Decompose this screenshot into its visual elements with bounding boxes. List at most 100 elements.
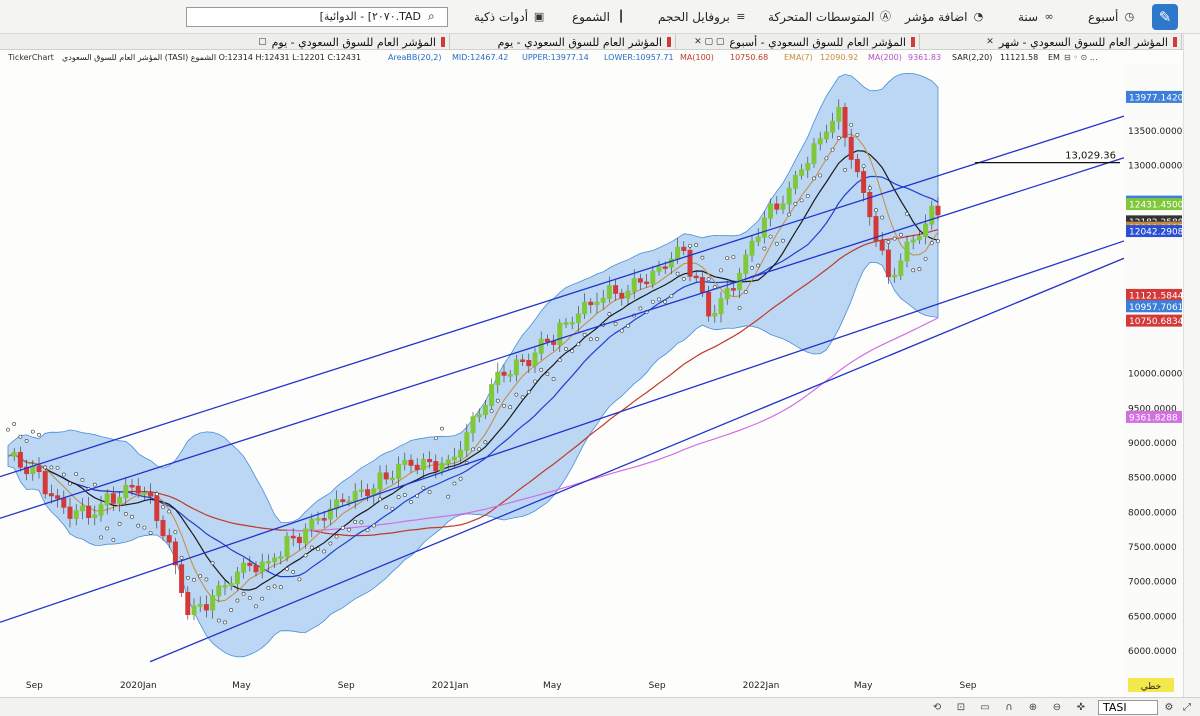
candle-body xyxy=(706,291,712,317)
candle-body xyxy=(67,506,73,519)
candle-body xyxy=(892,274,898,278)
sar-dot xyxy=(446,494,451,499)
candle-body xyxy=(662,266,668,269)
sar-dot xyxy=(663,299,668,304)
sar-dot xyxy=(725,256,730,260)
sar-dot xyxy=(136,523,141,528)
sar-dot xyxy=(818,173,823,178)
toolbar-add-indicator-button[interactable]: ◔ اضافة مؤشر xyxy=(905,8,985,26)
magnet-icon[interactable]: ∩ xyxy=(1002,701,1016,714)
candle-body xyxy=(879,240,885,251)
toolbar-moving-averages-button[interactable]: Ⓐ المتوسطات المتحركة xyxy=(768,8,892,26)
candle-body xyxy=(148,492,154,497)
crosshair-icon[interactable]: ✜ xyxy=(1074,701,1088,714)
bollinger-bands xyxy=(7,72,939,658)
candle-body xyxy=(792,174,798,189)
em-label: EM xyxy=(1048,53,1060,62)
candle-body xyxy=(433,461,439,472)
sar-dot xyxy=(477,447,482,452)
close-icon[interactable]: ✕ xyxy=(986,37,994,47)
sar-dot xyxy=(37,432,41,437)
expand-icon[interactable]: ⤢ xyxy=(1180,701,1194,714)
sar-dot xyxy=(378,497,382,502)
time-tick-label: 2022Jan xyxy=(743,681,780,691)
candle-body xyxy=(495,371,501,386)
candle-body xyxy=(861,171,867,193)
sar-dot xyxy=(836,136,841,140)
tab-color-marker xyxy=(667,37,671,47)
sar-dot xyxy=(638,306,643,311)
time-axis[interactable]: Sep 2020Jan May Sep 2021Jan May Sep 2022Jan May S… xyxy=(26,678,1174,692)
sar-dot xyxy=(235,598,240,603)
price-chart[interactable]: 13,029.36 13500.0000 13000.0000 10000.0000… xyxy=(0,64,1200,696)
pen-tool-button[interactable]: ✎ xyxy=(1152,4,1178,30)
tab-week[interactable]: المؤشر العام للسوق السعودي - أسبوع ▢ ▢ ✕ xyxy=(676,34,920,50)
sar-dot xyxy=(43,465,48,470)
sar-dot xyxy=(111,538,116,542)
window-controls-icon[interactable]: ▢ ▢ ✕ xyxy=(694,37,724,47)
candle-body xyxy=(854,158,860,173)
sar-dot xyxy=(539,367,544,372)
sar-label: SAR(2,20) xyxy=(952,53,993,62)
search-icon[interactable]: ⌕ xyxy=(428,9,444,25)
tab-month[interactable]: المؤشر العام للسوق السعودي - شهر ✕ xyxy=(920,34,1182,50)
tab-label: المؤشر العام للسوق السعودي - شهر xyxy=(998,35,1168,49)
refresh-icon[interactable]: ⟲ xyxy=(930,701,944,714)
letter-a-icon: Ⓐ xyxy=(879,10,891,23)
toolbar-volume-profile-button[interactable]: ≡ بروفايل الحجم xyxy=(658,8,748,26)
candle-body xyxy=(203,604,209,611)
sar-dot xyxy=(675,271,680,276)
symbol-search-input[interactable]: TAD.٢٠٧٠] - الدوائية] xyxy=(186,7,448,27)
price-axis[interactable]: 13500.000013000.000010000.00009500.00009… xyxy=(1124,64,1184,696)
sar-dot xyxy=(167,509,172,514)
tab-day-2[interactable]: المؤشر العام للسوق السعودي - يوم ▢ xyxy=(182,34,450,50)
sar-dot xyxy=(18,434,23,439)
candle-body xyxy=(836,106,842,122)
candle-body xyxy=(507,374,513,377)
toolbar-year-label: سنة xyxy=(1018,10,1039,24)
candle-body xyxy=(210,595,216,611)
candle-body xyxy=(110,493,116,504)
sar-dot xyxy=(247,596,252,600)
sar-dot xyxy=(750,265,754,270)
toolbar-week-button[interactable]: ◷ أسبوع xyxy=(1088,8,1136,26)
candle-body xyxy=(36,465,42,473)
ticker-chart-app: ✎ ◷ أسبوع ∞ سنة ◔ اضافة مؤشر Ⓐ المتوسطات… xyxy=(0,0,1200,716)
candle-body xyxy=(185,591,191,616)
bb-lower-value: LOWER:10957.71 xyxy=(604,53,674,62)
tab-day-1[interactable]: المؤشر العام للسوق السعودي - يوم xyxy=(450,34,676,50)
candle-body xyxy=(383,472,389,480)
sar-dot xyxy=(396,495,401,499)
maximize-icon[interactable]: ▢ xyxy=(258,37,267,47)
candle-body xyxy=(141,492,147,495)
layout-icon[interactable]: ▭ xyxy=(978,701,992,714)
toolbar-smart-tools-button[interactable]: ▣ أدوات ذكية xyxy=(474,8,546,26)
candle-body xyxy=(160,519,166,537)
sar-dot xyxy=(328,541,333,546)
right-side-panel xyxy=(1183,34,1200,697)
candle-body xyxy=(588,301,594,306)
toolbar-candles-button[interactable]: ┃ الشموع xyxy=(572,8,628,26)
price-tick-label: 13500.0000 xyxy=(1128,127,1183,137)
smart-tools-icon: ▣ xyxy=(533,10,545,23)
lock-icon[interactable]: ⊡ xyxy=(954,701,968,714)
ticker-input[interactable]: TASI xyxy=(1098,700,1158,715)
sar-dot xyxy=(241,591,246,596)
settings-icon[interactable]: ⚙ xyxy=(1162,701,1176,714)
candle-body xyxy=(321,518,327,521)
sar-dot xyxy=(192,577,196,582)
sar-dot xyxy=(526,390,531,394)
zoom-out-icon[interactable]: ⊖ xyxy=(1050,701,1064,714)
candle-body xyxy=(551,341,557,345)
collapse-icon[interactable]: ⊟ ◦ ⊙ … xyxy=(1064,52,1098,64)
sar-dot xyxy=(49,465,54,470)
candle-body xyxy=(55,495,61,499)
candle-body xyxy=(197,604,203,607)
candle-body xyxy=(935,205,941,216)
toolbar-year-button[interactable]: ∞ سنة xyxy=(1018,8,1056,26)
time-tick-label: Sep xyxy=(26,681,43,691)
candle-body xyxy=(284,535,290,558)
sar-dot xyxy=(80,477,85,482)
zoom-in-icon[interactable]: ⊕ xyxy=(1026,701,1040,714)
sar-dot xyxy=(936,239,940,244)
